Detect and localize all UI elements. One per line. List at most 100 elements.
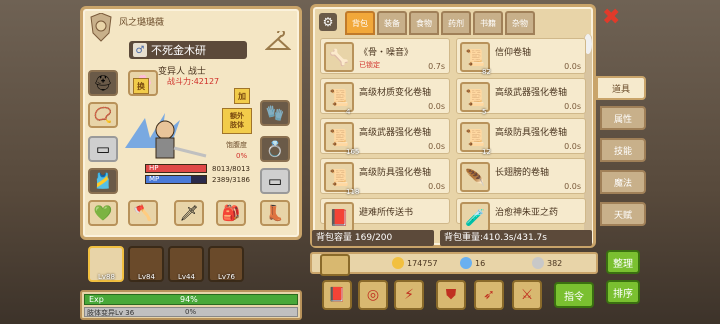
item-icon: 📜 165 [324, 122, 359, 156]
helmet-icon: ⛑ [93, 74, 113, 92]
gold-currency: 174757 [392, 257, 438, 269]
quick-slot-6[interactable]: ⚔ [512, 280, 542, 310]
tab-books[interactable]: 书籍 [473, 11, 503, 35]
equip-slot-armor[interactable]: 🎽 [88, 168, 118, 194]
companion-level: Lv84 [138, 273, 155, 281]
bag-item[interactable]: 📕 避难所传送书 [320, 198, 450, 232]
equip-slot-ring[interactable]: 💍 [260, 136, 290, 162]
settings-icon[interactable]: ⚙ [319, 13, 337, 31]
exp-bar: Exp 94% [84, 294, 298, 305]
side-tab-attributes[interactable]: 属性 [600, 106, 646, 130]
mp-value: 2389/3186 [212, 176, 250, 184]
item-name: 高级武器强化卷轴 [495, 88, 568, 98]
bag-item[interactable]: 📜 5 高级武器强化卷轴 0.0s [456, 78, 586, 116]
bag-item[interactable]: 🦴 《骨・噪音》 已锁定 0.7s [320, 38, 450, 74]
item-count: 165 [346, 148, 360, 156]
item-name: 信仰卷轴 [495, 48, 532, 58]
item-time: 0.7s [428, 62, 445, 71]
character-title-prefix: 风之璐璐薇 [119, 18, 165, 28]
companion-level: Lv88 [98, 273, 115, 281]
hp-label: HP [149, 164, 159, 172]
gold-amount: 174757 [407, 258, 438, 268]
hp-value: 8013/8013 [212, 165, 250, 173]
side-tab-magic[interactable]: 魔法 [600, 170, 646, 194]
close-icon[interactable]: ✖ [602, 7, 622, 29]
item-count: 5 [482, 108, 487, 116]
equip-slot-axe[interactable]: 🪓 [128, 200, 158, 226]
swap-tag[interactable]: 换 [133, 78, 149, 94]
tab-backpack[interactable]: 背包 [345, 11, 375, 35]
sort-button[interactable]: 排序 [606, 280, 640, 304]
organize-button[interactable]: 整理 [606, 250, 640, 274]
target-icon: ◎ [366, 287, 380, 303]
tab-potion[interactable]: 药剂 [441, 11, 471, 35]
exp-box: Exp 94% 肢体变异Lv 36 0% [80, 290, 302, 320]
bag-capacity: 背包容量 169/200 [312, 230, 434, 246]
empty-slot-icon: ▭ [267, 172, 283, 190]
equip-slot-boots[interactable]: 👢 [260, 200, 290, 226]
command-button[interactable]: 指令 [554, 282, 594, 308]
male-gender-icon: ♂ [133, 43, 147, 57]
equip-slot-empty-2[interactable]: ▭ [260, 168, 290, 194]
green-gem-icon: 💚 [93, 204, 113, 222]
companion-slot[interactable]: Lv44 [168, 246, 204, 282]
silver-amount: 382 [547, 258, 563, 268]
bag-item[interactable]: 🪶 长翅膀的卷轴 0.0s [456, 158, 586, 194]
hanger-icon[interactable] [265, 31, 291, 53]
item-name: 高级防具强化卷轴 [359, 168, 432, 178]
equip-slot-empty-1[interactable]: ▭ [88, 136, 118, 162]
mutation-percent: 0% [185, 308, 197, 316]
silver-coin-icon [532, 257, 544, 269]
bag-item[interactable]: 📜 165 高级武器强化卷轴 0.0s [320, 118, 450, 156]
side-tab-skills[interactable]: 技能 [600, 138, 646, 162]
shield-icon: ⛊ [445, 287, 457, 303]
companion-slot[interactable]: Lv76 [208, 246, 244, 282]
quick-slot-3[interactable]: ⚡ [394, 280, 424, 310]
backpack-icon[interactable] [320, 254, 350, 276]
quick-slot-2[interactable]: ◎ [358, 280, 388, 310]
tab-misc[interactable]: 杂物 [505, 11, 535, 35]
bag-weight: 背包重量:410.3s/431.7s [440, 230, 592, 246]
mutation-bar: 肢体变异Lv 36 0% [84, 307, 298, 317]
bag-item[interactable]: 📜 118 高级防具强化卷轴 0.0s [320, 158, 450, 196]
bag-item[interactable]: 📜 4 高级材质变化卷轴 0.0s [320, 78, 450, 116]
red-book-icon: 📕 [328, 287, 346, 303]
mp-bar: MP [145, 175, 207, 184]
fullness-value: 0% [236, 152, 248, 160]
cross-swords-icon: ⚔ [520, 287, 534, 303]
exp-percent: 94% [180, 295, 198, 304]
bag-item[interactable]: 📜 12 高级防具强化卷轴 0.0s [456, 118, 586, 156]
companion-slot[interactable]: Lv84 [128, 246, 164, 282]
hp-bar: HP [145, 164, 207, 173]
item-time: 0.0s [428, 182, 445, 191]
exp-label: Exp [89, 295, 104, 304]
item-icon: 📜 82 [460, 42, 491, 76]
equip-slot-helmet[interactable]: ⛑ [88, 70, 118, 96]
bag-item[interactable]: 🧪 治愈神朱亚之药 [456, 198, 586, 232]
add-tag[interactable]: 加 [234, 88, 250, 104]
boots-icon: 👢 [265, 204, 285, 222]
item-count: 82 [482, 68, 491, 76]
extra-body-badge[interactable]: 额外 肢体 [222, 108, 252, 134]
equip-slot-gloves[interactable]: 🧤 [260, 100, 290, 126]
empty-slot-icon: ▭ [95, 140, 111, 158]
item-name: 长翅膀的卷轴 [495, 168, 550, 178]
gem-icon [460, 257, 472, 269]
equip-slot-belt[interactable]: 🎒 [216, 200, 246, 226]
equip-slot-sword[interactable]: 🗡 [174, 200, 204, 226]
equip-slot-gem[interactable]: 💚 [88, 200, 118, 226]
equip-slot-amulet[interactable]: 📿 [88, 102, 118, 128]
item-name: 高级防具强化卷轴 [495, 128, 568, 138]
side-tab-items[interactable]: 道具 [596, 76, 646, 100]
item-icon: 📜 4 [324, 82, 354, 116]
tab-equipment[interactable]: 装备 [377, 11, 407, 35]
quick-slot-5[interactable]: ➶ [474, 280, 504, 310]
companion-slot[interactable]: Lv88 [88, 246, 124, 282]
mp-label: MP [149, 175, 160, 183]
bag-item[interactable]: 📜 82 信仰卷轴 0.0s [456, 38, 586, 76]
side-tab-talent[interactable]: 天赋 [600, 202, 646, 226]
quick-slot-4[interactable]: ⛊ [436, 280, 466, 310]
item-icon: 📕 [324, 202, 354, 232]
tab-food[interactable]: 食物 [409, 11, 439, 35]
quick-slot-1[interactable]: 📕 [322, 280, 352, 310]
